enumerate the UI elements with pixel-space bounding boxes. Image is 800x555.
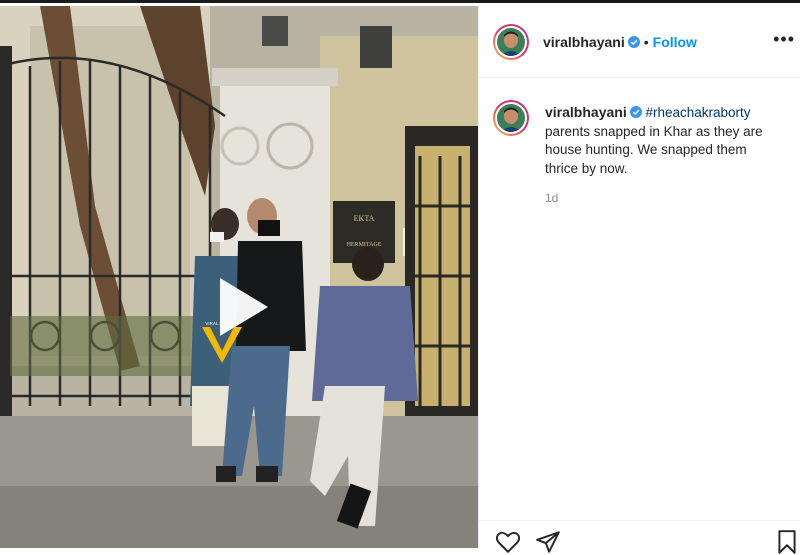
- post-caption: viralbhayani #rheachakraborty parents sn…: [545, 103, 775, 178]
- caption-username[interactable]: viralbhayani: [545, 104, 627, 120]
- post-video[interactable]: EKTA HERMITAGE VIRAL BHAYANI: [0, 6, 478, 548]
- profile-photo-icon: [497, 104, 525, 132]
- header-username[interactable]: viralbhayani: [543, 34, 625, 50]
- more-options-icon[interactable]: •••: [773, 30, 795, 48]
- follow-button[interactable]: Follow: [653, 34, 697, 50]
- header-avatar[interactable]: [493, 24, 529, 60]
- caption-hashtag-link[interactable]: #rheachakraborty: [645, 105, 750, 120]
- caption-text: parents snapped in Khar as they are hous…: [545, 123, 763, 176]
- verified-badge-icon: [627, 36, 640, 48]
- post-timestamp[interactable]: 1d: [545, 191, 558, 205]
- sign-text: EKTA: [354, 214, 375, 223]
- sign-text-2: HERMITAGE: [347, 242, 382, 248]
- post-header: viralbhayani • Follow •••: [479, 6, 800, 78]
- post-side-panel: viralbhayani • Follow ••• viralbhayani #rh…: [478, 6, 800, 554]
- instagram-post-frame: EKTA HERMITAGE VIRAL BHAYANI viralbhayan…: [0, 0, 800, 554]
- viral-bhayani-watermark-logo: VIRAL BHAYANI: [202, 321, 242, 363]
- heart-icon[interactable]: [495, 529, 521, 555]
- profile-photo-icon: [497, 28, 525, 56]
- verified-badge-icon: [629, 106, 642, 118]
- share-icon[interactable]: [535, 529, 561, 555]
- watermark-text: VIRAL BHAYANI: [205, 321, 238, 326]
- bookmark-icon[interactable]: [774, 529, 800, 555]
- separator-dot: •: [643, 34, 649, 50]
- caption-avatar[interactable]: [493, 100, 529, 136]
- header-user-line: viralbhayani • Follow: [543, 34, 697, 52]
